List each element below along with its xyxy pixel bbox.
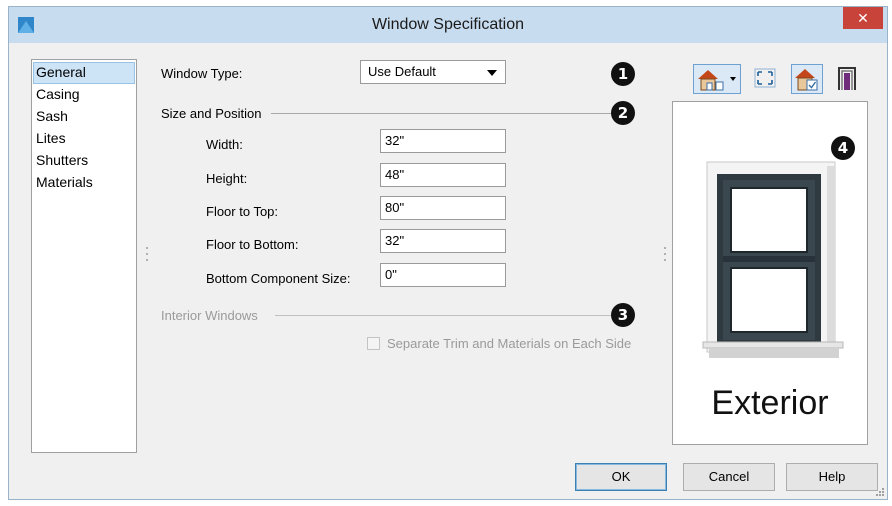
width-field[interactable]: 32"	[380, 129, 506, 153]
house-view-dropdown-icon	[698, 70, 736, 91]
sidebar-item-general[interactable]: General	[33, 62, 135, 84]
sidebar-item-lites[interactable]: Lites	[33, 128, 135, 150]
sidebar-item-casing[interactable]: Casing	[33, 84, 135, 106]
sidebar-item-shutters[interactable]: Shutters	[33, 150, 135, 172]
size-position-heading: Size and Position	[161, 106, 262, 121]
chevron-down-icon	[487, 70, 497, 76]
window-specification-dialog: Window Specification ✕ General Casing Sa…	[8, 6, 888, 500]
callout-1: 1	[611, 62, 635, 86]
floor-to-top-field[interactable]: 80"	[380, 196, 506, 220]
window-type-label: Window Type:	[161, 66, 243, 81]
window-preview-pane[interactable]: 4 Exterior	[672, 101, 868, 445]
interior-windows-heading: Interior Windows	[161, 308, 258, 323]
callout-3: 3	[611, 303, 635, 327]
fit-to-window-icon	[754, 68, 776, 88]
separate-trim-label[interactable]: Separate Trim and Materials on Each Side	[387, 336, 631, 351]
splitter-grip-right[interactable]	[664, 247, 666, 261]
callout-2: 2	[611, 101, 635, 125]
house-window-icon	[795, 69, 818, 91]
bottom-component-size-label: Bottom Component Size:	[206, 271, 351, 286]
sidebar-item-materials[interactable]: Materials	[33, 172, 135, 194]
width-label: Width:	[206, 137, 243, 152]
close-button[interactable]: ✕	[843, 7, 883, 29]
window-type-select[interactable]: Use Default	[360, 60, 506, 84]
category-list[interactable]: General Casing Sash Lites Shutters Mater…	[31, 59, 137, 453]
house-window-toggle-button[interactable]	[791, 64, 823, 94]
title-bar[interactable]: Window Specification ✕	[9, 7, 887, 43]
floor-to-top-label: Floor to Top:	[206, 204, 279, 219]
sidebar-item-sash[interactable]: Sash	[33, 106, 135, 128]
resize-grip-icon[interactable]	[874, 486, 884, 496]
height-label: Height:	[206, 171, 248, 186]
window-frame-button[interactable]	[833, 64, 861, 94]
window-frame-icon	[838, 67, 856, 90]
separate-trim-checkbox[interactable]	[367, 337, 380, 350]
splitter-grip-left[interactable]	[146, 247, 148, 261]
window-3d-preview	[702, 161, 844, 358]
help-button[interactable]: Help	[786, 463, 878, 491]
interior-windows-divider	[275, 315, 611, 316]
size-position-divider	[271, 113, 611, 114]
ok-button[interactable]: OK	[575, 463, 667, 491]
floor-to-bottom-label: Floor to Bottom:	[206, 237, 299, 252]
floor-to-bottom-field[interactable]: 32"	[380, 229, 506, 253]
dialog-title: Window Specification	[371, 16, 525, 33]
preview-caption: Exterior	[711, 384, 829, 422]
window-type-value: Use Default	[368, 64, 436, 79]
cancel-button[interactable]: Cancel	[683, 463, 775, 491]
bottom-component-size-field[interactable]: 0"	[380, 263, 506, 287]
fit-to-window-button[interactable]	[751, 64, 779, 94]
height-field[interactable]: 48"	[380, 163, 506, 187]
house-view-dropdown-button[interactable]	[693, 64, 741, 94]
